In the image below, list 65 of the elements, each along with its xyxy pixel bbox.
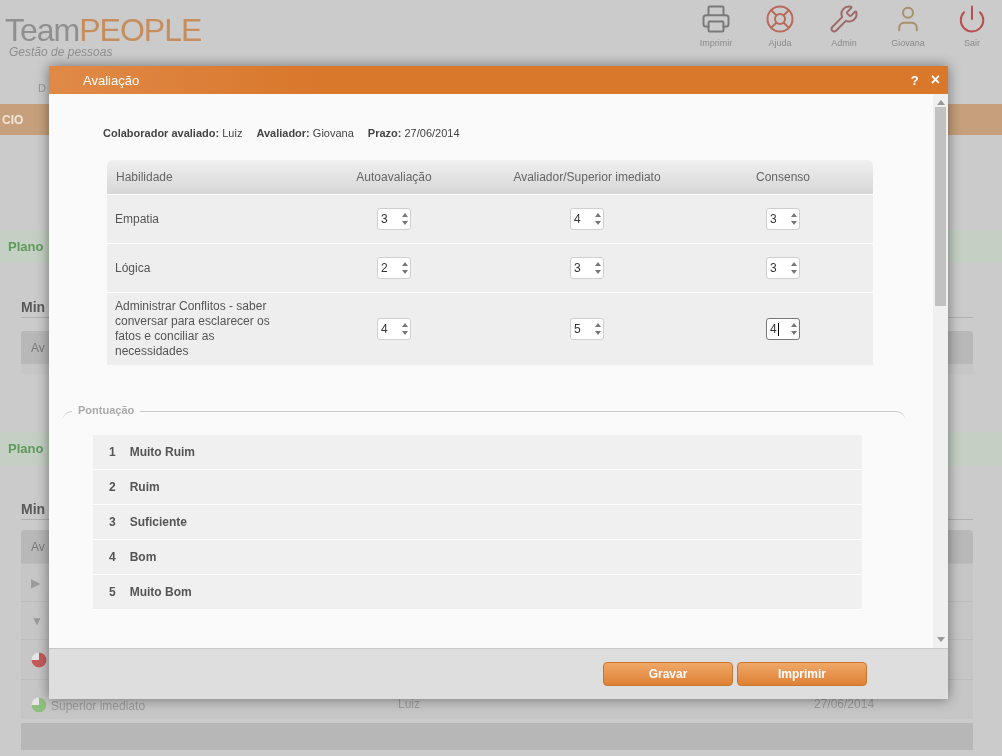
power-icon [957, 4, 987, 34]
spinner-arrows-icon [791, 212, 797, 226]
toolbar-label[interactable]: Giovana [891, 38, 925, 48]
number-spinner[interactable]: 4 [377, 318, 411, 340]
number-spinner[interactable]: 4 [766, 318, 800, 340]
section-heading: Min [21, 299, 46, 315]
toolbar-label[interactable]: Imprimir [699, 38, 733, 48]
column-header: Habilidade [115, 170, 173, 184]
banner-title: Plano [8, 239, 44, 254]
spinner-arrows-icon [402, 322, 408, 336]
scrollbar[interactable] [933, 94, 948, 648]
help-button[interactable]: ? [910, 72, 919, 88]
print-button[interactable]: Imprimir [737, 662, 867, 686]
skill-name: Administrar Conflitos - saber conversar para esclarecer os fatos e conciliar as necessidades [114, 298, 271, 360]
scale-number: 2 [109, 480, 116, 494]
wrench-icon [829, 4, 859, 34]
scale-number: 3 [109, 515, 116, 529]
column-header: Av [31, 539, 45, 554]
scale-label: Bom [129, 550, 157, 564]
skill-name: Empatia [114, 210, 161, 228]
column-header: Av [31, 340, 45, 355]
dialog-title: Avaliação [83, 72, 141, 88]
scale-label: Suficiente [129, 515, 188, 529]
save-button[interactable]: Gravar [603, 662, 733, 686]
scale-number: 4 [109, 550, 116, 564]
info-text: Colaborador avaliado: Luiz [103, 127, 243, 139]
fieldset-legend: Pontuação [72, 404, 141, 416]
column-header: Consenso [755, 170, 810, 184]
menu-item[interactable]: CIO [2, 112, 24, 127]
spinner-arrows-icon [402, 261, 408, 275]
collapse-arrow[interactable]: ▼ [31, 613, 43, 628]
scroll-down-icon[interactable] [936, 637, 945, 643]
spinner-arrows-icon [595, 261, 601, 275]
close-button[interactable]: × [930, 71, 940, 89]
number-spinner[interactable]: 3 [570, 257, 604, 279]
logo: TeamPEOPLE [5, 14, 202, 46]
scale-label: Muito Ruim [129, 445, 195, 459]
spinner-arrows-icon [595, 322, 601, 336]
number-spinner[interactable]: 3 [766, 257, 800, 279]
spinner-arrows-icon [791, 322, 797, 336]
number-spinner[interactable]: 4 [570, 208, 604, 230]
scale-label: Muito Bom [129, 585, 192, 599]
spinner-arrows-icon [595, 212, 601, 226]
column-header: Autoavaliação [356, 170, 432, 184]
lifebuoy-icon [765, 4, 795, 34]
number-spinner[interactable]: 5 [570, 318, 604, 340]
printer-icon [701, 4, 731, 34]
spinner-arrows-icon [791, 261, 797, 275]
scale-number: 1 [109, 445, 116, 459]
section-heading: Min [21, 501, 46, 517]
toolbar-label[interactable]: Ajuda [768, 38, 792, 48]
scrollbar-thumb[interactable] [935, 107, 946, 306]
column-header: Avaliador/Superior imediato [513, 170, 661, 184]
expand-arrow[interactable]: ▶ [31, 575, 40, 590]
number-spinner[interactable]: 3 [377, 208, 411, 230]
skill-name: Lógica [114, 259, 152, 277]
scale-number: 5 [109, 585, 116, 599]
banner-title: Plano [8, 441, 44, 456]
info-text: Prazo: 27/06/2014 [367, 127, 460, 139]
info-text: Avaliador: Giovana [256, 127, 354, 139]
number-spinner[interactable]: 3 [766, 208, 800, 230]
spinner-arrows-icon [402, 212, 408, 226]
number-spinner[interactable]: 2 [377, 257, 411, 279]
tagline: Gestão de pessoas [9, 45, 114, 59]
scale-label: Ruim [129, 480, 160, 494]
